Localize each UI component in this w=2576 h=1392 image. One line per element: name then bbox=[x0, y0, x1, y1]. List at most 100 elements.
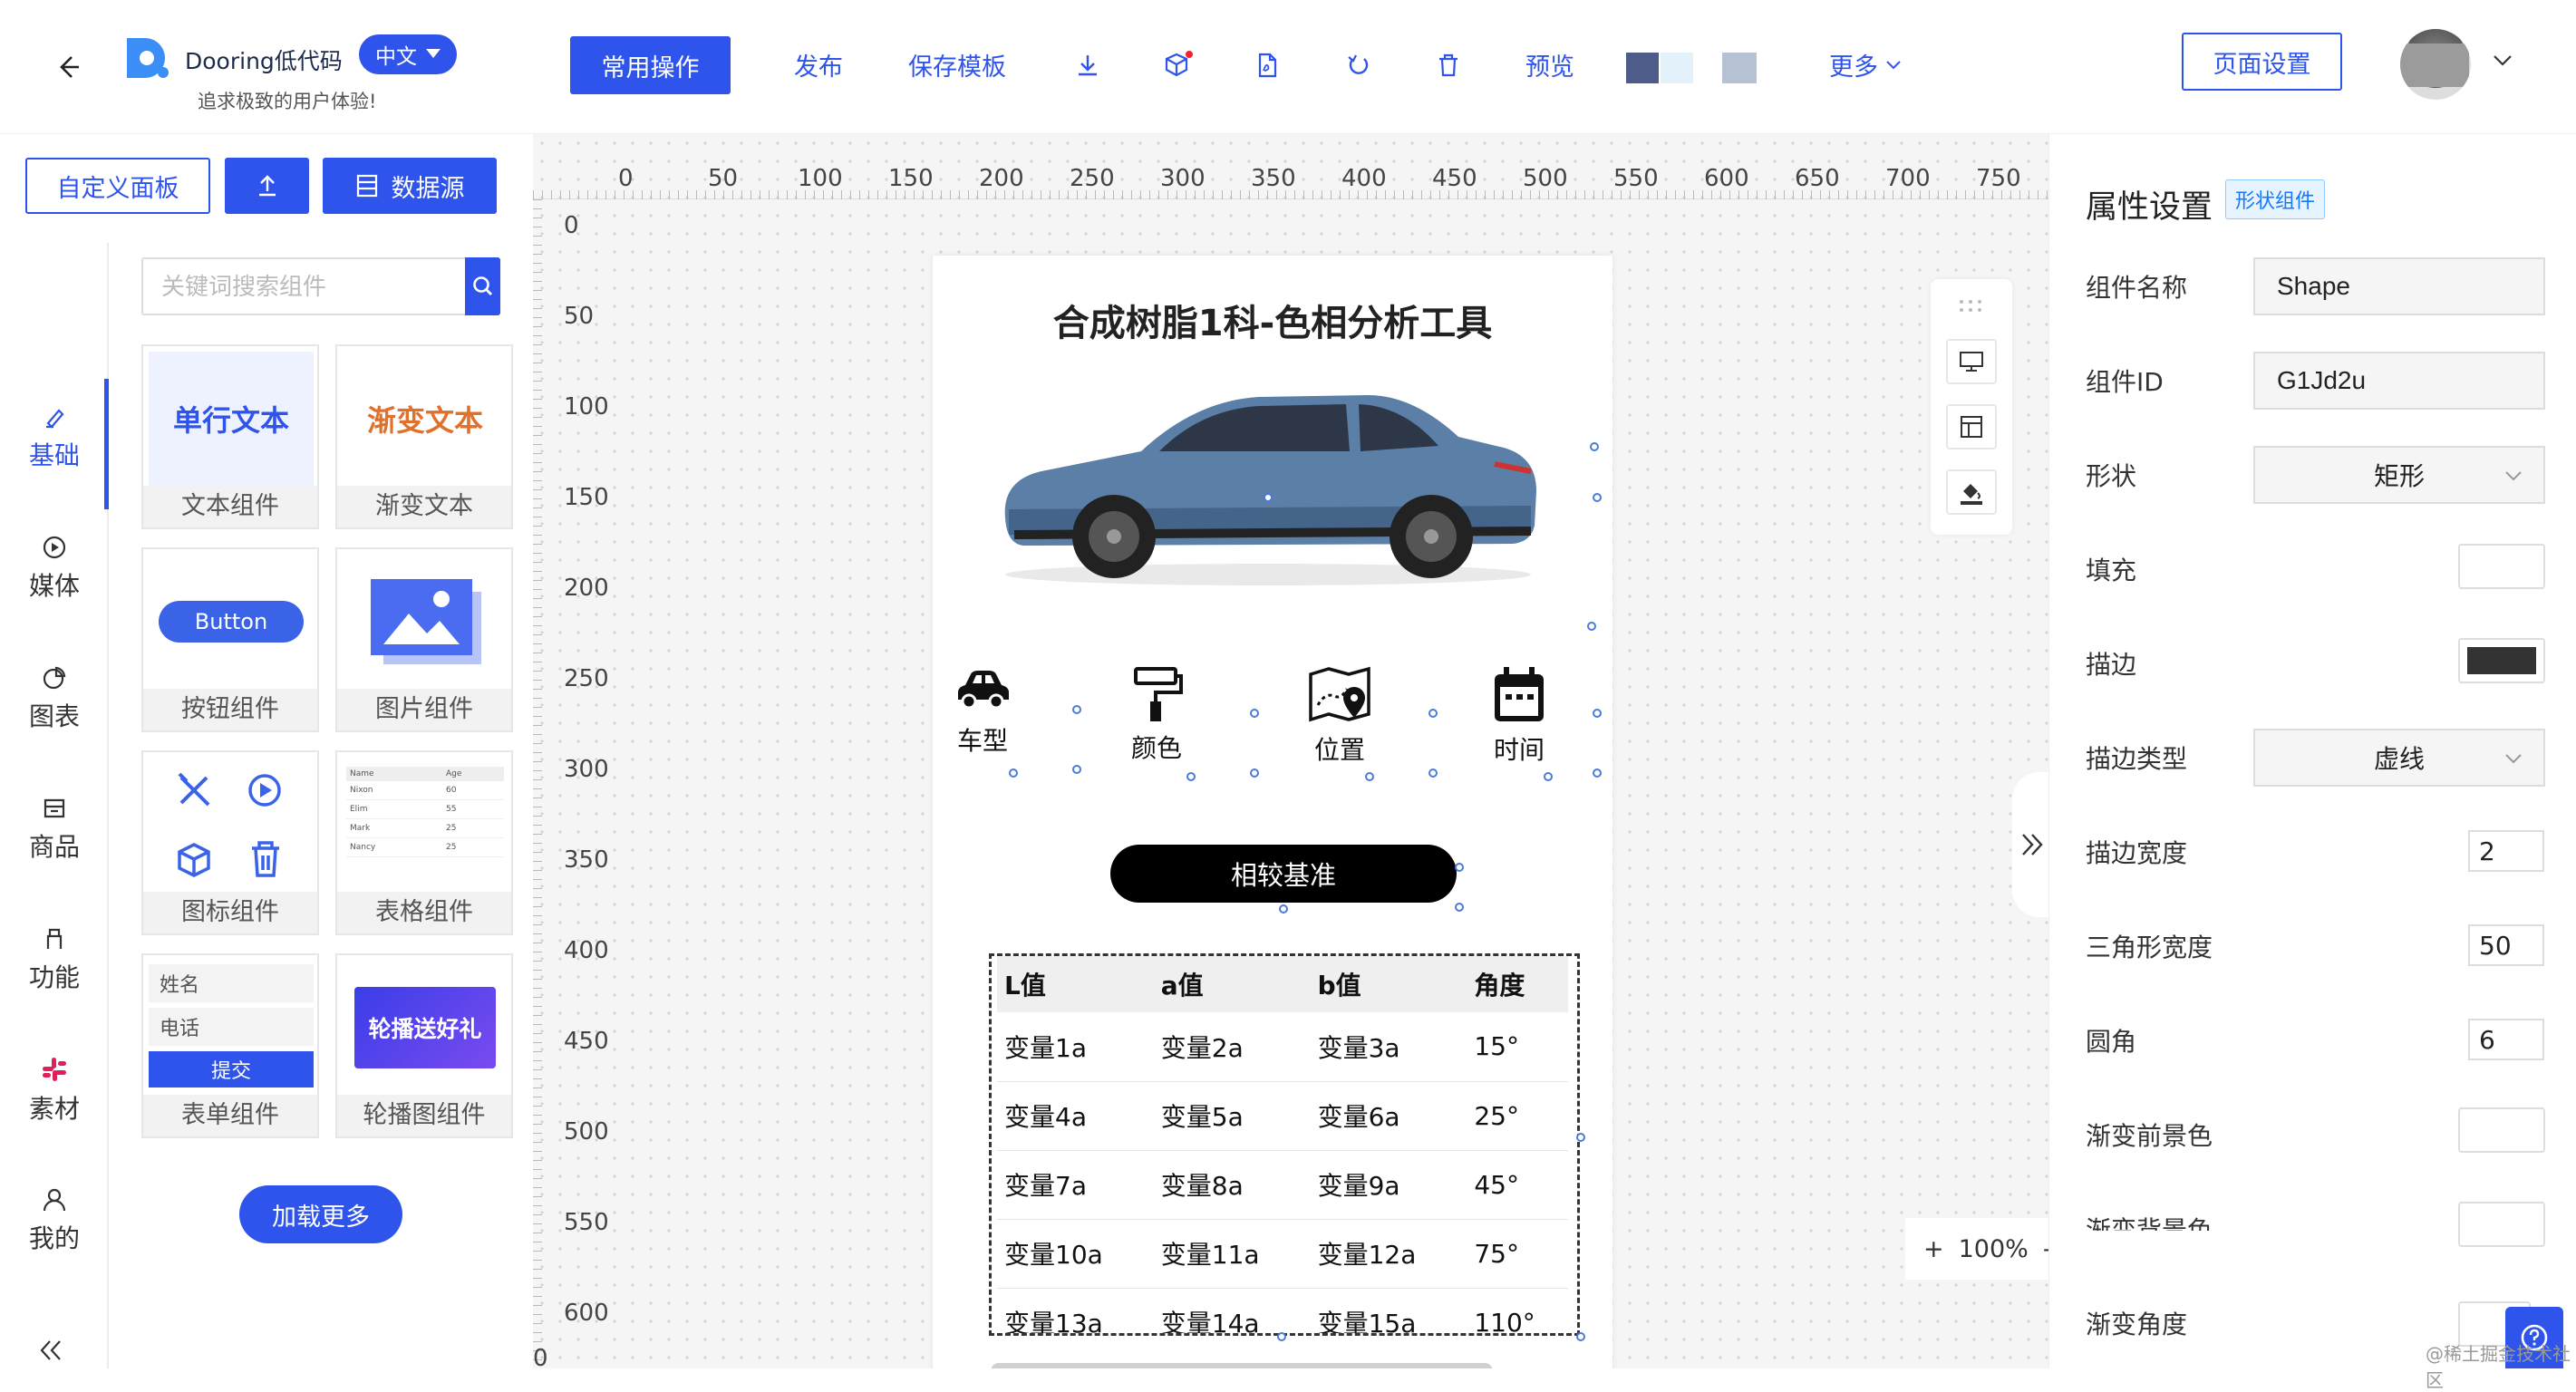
nav-basic[interactable]: 基础 bbox=[0, 379, 109, 497]
back-arrow-icon[interactable] bbox=[47, 47, 87, 87]
suv-illustration bbox=[1004, 395, 1536, 585]
chevron-down-icon[interactable] bbox=[2489, 47, 2516, 74]
component-card-text[interactable]: 单行文本 文本组件 bbox=[141, 344, 319, 529]
zoom-level: 100% bbox=[1958, 1234, 2029, 1263]
feature-car-type[interactable]: 车型 bbox=[933, 665, 1032, 758]
mini-td: Nixon bbox=[350, 786, 373, 795]
theme-swatch-navy[interactable] bbox=[1626, 53, 1659, 83]
load-more-button[interactable]: 加载更多 bbox=[239, 1185, 402, 1243]
triangle-width-input[interactable]: 50 bbox=[2468, 924, 2544, 966]
undo-icon[interactable] bbox=[1340, 47, 1376, 83]
fill-color-picker[interactable] bbox=[2458, 544, 2545, 589]
component-card-button[interactable]: Button 按钮组件 bbox=[141, 547, 319, 732]
save-template-button[interactable]: 保存模板 bbox=[908, 47, 1006, 82]
pdf-file-icon[interactable] bbox=[1249, 47, 1285, 83]
cube-icon[interactable] bbox=[1160, 47, 1196, 83]
stroke-color-picker[interactable] bbox=[2458, 638, 2545, 683]
component-card-form[interactable]: 姓名 电话 提交 表单组件 bbox=[141, 953, 319, 1138]
nav-chart[interactable]: 图表 bbox=[0, 640, 109, 758]
drag-handle-icon[interactable] bbox=[1958, 297, 1985, 315]
nav-media[interactable]: 媒体 bbox=[0, 509, 109, 627]
shape-select[interactable]: 矩形 bbox=[2253, 446, 2545, 504]
nav-mine[interactable]: 我的 bbox=[0, 1162, 109, 1280]
datasource-button[interactable]: 数据源 bbox=[323, 158, 497, 214]
search-button[interactable] bbox=[465, 257, 500, 315]
fill-color-button[interactable] bbox=[1946, 469, 1997, 515]
feature-time[interactable]: 时间 bbox=[1469, 665, 1569, 767]
page-settings-button[interactable]: 页面设置 bbox=[2182, 33, 2342, 91]
stroke-width-input[interactable]: 2 bbox=[2468, 830, 2544, 872]
resize-handle[interactable] bbox=[1365, 772, 1374, 781]
radius-input[interactable]: 6 bbox=[2468, 1019, 2544, 1060]
resize-handle[interactable] bbox=[1072, 705, 1081, 714]
cube-icon bbox=[178, 843, 210, 877]
theme-swatch-light-blue[interactable] bbox=[1661, 53, 1693, 83]
resize-handle[interactable] bbox=[1455, 863, 1464, 872]
resize-handle[interactable] bbox=[1587, 622, 1596, 631]
resize-handle[interactable] bbox=[1428, 768, 1438, 778]
component-card-icon[interactable]: 图标组件 bbox=[141, 750, 319, 935]
resize-handle[interactable] bbox=[1455, 903, 1464, 912]
nav-material[interactable]: 素材 bbox=[0, 1031, 109, 1149]
nav-goods[interactable]: 商品 bbox=[0, 770, 109, 888]
stroke-type-select[interactable]: 虚线 bbox=[2253, 729, 2545, 787]
language-dropdown[interactable]: 中文 bbox=[359, 34, 457, 74]
preview-button[interactable]: 预览 bbox=[1525, 47, 1574, 82]
resize-handle[interactable] bbox=[1186, 772, 1196, 781]
resize-handle[interactable] bbox=[1593, 768, 1602, 778]
common-ops-button[interactable]: 常用操作 bbox=[570, 36, 731, 94]
expand-right-panel[interactable] bbox=[2012, 772, 2048, 917]
more-dropdown[interactable]: 更多 bbox=[1829, 47, 1902, 82]
compare-baseline-button[interactable]: 相较基准 bbox=[1110, 845, 1457, 903]
resize-handle[interactable] bbox=[1277, 1332, 1286, 1341]
zoom-in-button[interactable]: + bbox=[1923, 1235, 1944, 1263]
resize-handle[interactable] bbox=[1250, 709, 1259, 718]
resize-handle[interactable] bbox=[1428, 709, 1438, 718]
download-icon[interactable] bbox=[1070, 47, 1106, 83]
table-cell: 变量2a bbox=[1153, 1012, 1311, 1082]
trash-icon[interactable] bbox=[1430, 47, 1467, 83]
resize-handle[interactable] bbox=[1576, 1133, 1585, 1142]
component-card-table[interactable]: Name Age Nixon 60 Elim 55 Mark 25 Nancy 25 表格… bbox=[335, 750, 513, 935]
resize-handle[interactable] bbox=[1279, 904, 1288, 914]
layout-button[interactable] bbox=[1946, 404, 1997, 450]
feature-location[interactable]: 位置 bbox=[1290, 665, 1390, 767]
ruler-label: 450 bbox=[564, 1028, 609, 1055]
resize-handle[interactable] bbox=[1072, 765, 1081, 774]
resize-handle[interactable] bbox=[1593, 709, 1602, 718]
tools-icon bbox=[178, 772, 210, 807]
desktop-preview-button[interactable] bbox=[1946, 339, 1997, 384]
upload-button[interactable] bbox=[225, 158, 309, 214]
editor-canvas[interactable]: 0 50 100 150 200 250 300 350 400 450 500… bbox=[533, 134, 2048, 1368]
component-card-gradient-text[interactable]: 渐变文本 渐变文本 bbox=[335, 344, 513, 529]
page-preview[interactable]: 合成树脂1科-色相分析工具 车型 颜色 位置 时间 相较基准 L值 a值 b值 … bbox=[933, 256, 1612, 1368]
gradient-fore-color-picker[interactable] bbox=[2458, 1107, 2545, 1153]
horizontal-scrollbar[interactable] bbox=[991, 1363, 1493, 1368]
resize-handle[interactable] bbox=[1590, 442, 1599, 451]
resize-handle[interactable] bbox=[1250, 768, 1259, 778]
page-title[interactable]: 合成树脂1科-色相分析工具 bbox=[933, 294, 1612, 346]
mini-td: Mark bbox=[350, 824, 371, 833]
avatar[interactable] bbox=[2400, 29, 2471, 100]
theme-swatch-gray[interactable] bbox=[1722, 53, 1757, 83]
card-preview: Button bbox=[149, 555, 314, 689]
car-image[interactable] bbox=[987, 373, 1549, 591]
resize-handle[interactable] bbox=[1576, 1332, 1585, 1341]
custom-panel-button[interactable]: 自定义面板 bbox=[25, 158, 210, 214]
search-input[interactable] bbox=[143, 259, 465, 314]
resize-handle[interactable] bbox=[1264, 493, 1273, 502]
collapse-double-left-icon[interactable] bbox=[33, 1332, 69, 1368]
resize-handle[interactable] bbox=[1009, 768, 1018, 778]
selected-shape-component[interactable]: L值 a值 b值 角度 变量1a 变量2a 变量3a 15° 变量4a 变量5a… bbox=[989, 953, 1580, 1336]
component-id-input[interactable]: G1Jd2u bbox=[2253, 352, 2545, 410]
feature-color[interactable]: 颜色 bbox=[1107, 665, 1206, 765]
resize-handle[interactable] bbox=[1544, 772, 1553, 781]
component-card-carousel[interactable]: 轮播送好礼 轮播图组件 bbox=[335, 953, 513, 1138]
component-name-input[interactable]: Shape bbox=[2253, 257, 2545, 315]
card-label: 图片组件 bbox=[337, 689, 511, 730]
nav-function[interactable]: 功能 bbox=[0, 901, 109, 1019]
gradient-back-color-picker[interactable] bbox=[2458, 1202, 2545, 1247]
publish-button[interactable]: 发布 bbox=[794, 47, 843, 82]
resize-handle[interactable] bbox=[1593, 493, 1602, 502]
component-card-image[interactable]: 图片组件 bbox=[335, 547, 513, 732]
